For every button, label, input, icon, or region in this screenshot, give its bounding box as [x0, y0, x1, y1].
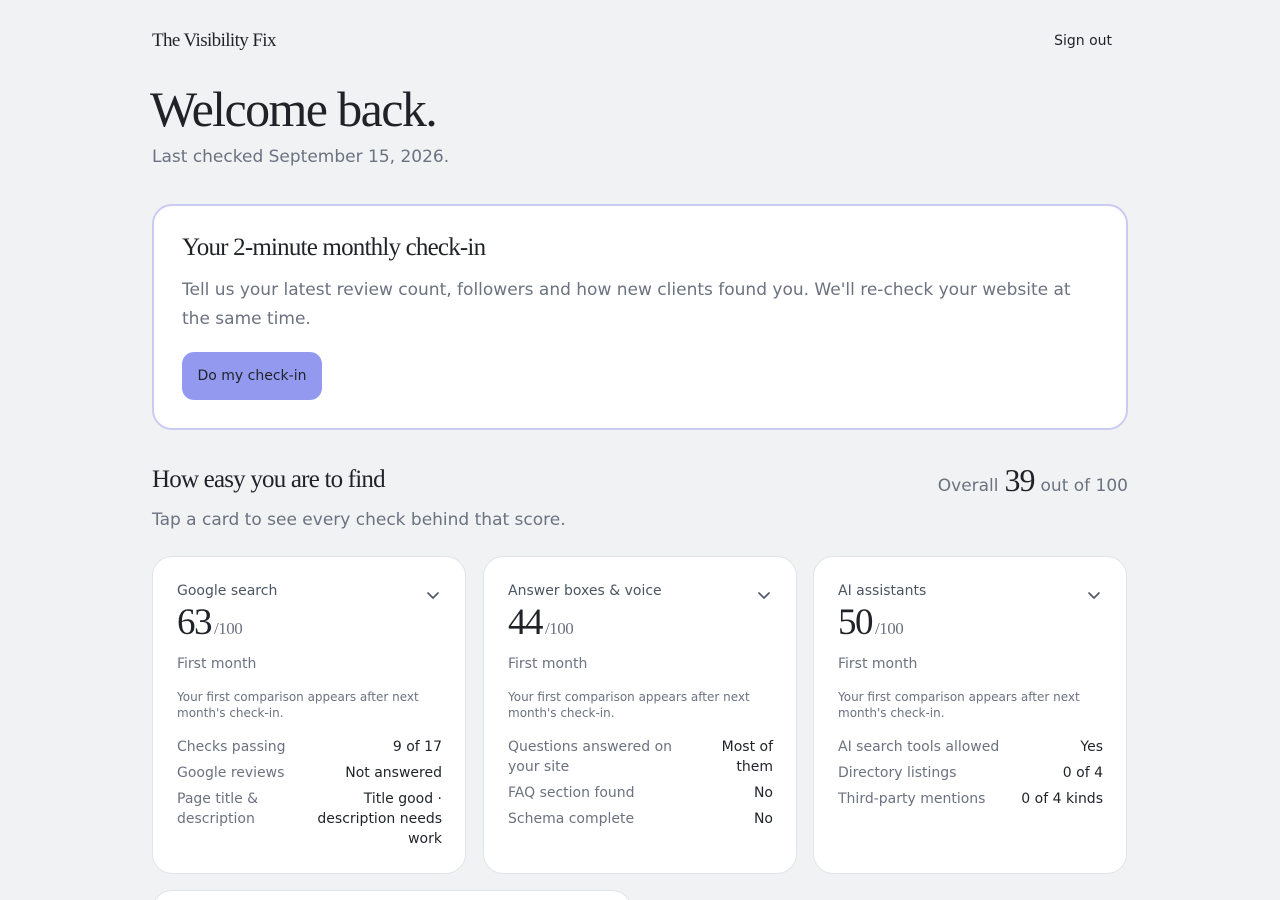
check-row: AI search tools allowed Yes [838, 737, 1103, 757]
monthly-checkin-card: Your 2-minute monthly check-in Tell us y… [152, 204, 1128, 430]
check-label: Google reviews [177, 765, 285, 781]
card-note: Your first comparison appears after next… [508, 690, 750, 720]
check-label: Directory listings [838, 765, 957, 781]
card-score: 44 /100 [508, 601, 574, 644]
overall-score: Overall 39 out of 100 [938, 462, 1128, 499]
chevron-down-icon[interactable] [425, 587, 441, 603]
card-note: Your first comparison appears after next… [177, 690, 419, 720]
checkin-description: Tell us your latest review count, follow… [182, 280, 1071, 329]
card-period: First month [177, 656, 257, 672]
check-label: Questions answered on your site [508, 739, 673, 775]
check-value: Yes [1080, 739, 1103, 755]
check-label: Page title & description [177, 791, 259, 827]
check-label: Checks passing [177, 739, 286, 755]
check-value: No [753, 785, 773, 801]
check-label: Schema complete [508, 811, 635, 827]
card-title: AI assistants [838, 583, 927, 599]
check-label: FAQ section found [508, 785, 635, 801]
overall-suffix: out of 100 [1040, 476, 1128, 496]
check-value: 0 of 4 [1062, 765, 1103, 781]
card-score-value: 50 [838, 602, 874, 643]
chevron-down-icon[interactable] [1086, 587, 1102, 603]
check-value: 9 of 17 [392, 739, 442, 755]
check-value: Most of them [721, 739, 773, 775]
check-label: AI search tools allowed [838, 739, 1000, 755]
check-value: Not answered [345, 765, 442, 781]
card-period: First month [838, 656, 918, 672]
check-row: Checks passing 9 of 17 [177, 737, 442, 757]
page-title: Welcome back. [150, 81, 438, 137]
score-card-google-search[interactable]: Google search 63 /100 First month Your f… [152, 556, 466, 874]
sign-out-link[interactable]: Sign out [1054, 33, 1112, 49]
checkin-title: Your 2-minute monthly check-in [182, 234, 486, 261]
check-row: FAQ section found No [508, 783, 773, 803]
check-value: No [753, 811, 773, 827]
card-checks-list: Questions answered on your site Most of … [508, 737, 773, 835]
score-card-partial[interactable] [152, 890, 632, 900]
check-row: Third-party mentions 0 of 4 kinds [838, 789, 1103, 809]
card-note: Your first comparison appears after next… [838, 690, 1080, 720]
card-score: 50 /100 [838, 601, 904, 644]
card-score-value: 44 [508, 602, 544, 643]
check-row: Google reviews Not answered [177, 763, 442, 783]
findability-subtitle: Tap a card to see every check behind tha… [152, 510, 566, 530]
overall-prefix: Overall [937, 476, 999, 496]
do-checkin-button[interactable]: Do my check-in [182, 352, 322, 400]
check-label: Third-party mentions [838, 791, 986, 807]
check-row: Questions answered on your site Most of … [508, 737, 773, 777]
check-row: Directory listings 0 of 4 [838, 763, 1103, 783]
findability-title: How easy you are to find [152, 466, 386, 493]
card-checks-list: AI search tools allowed Yes Directory li… [838, 737, 1103, 815]
check-row: Schema complete No [508, 809, 773, 829]
card-score-denominator: /100 [545, 619, 574, 638]
last-checked-text: Last checked September 15, 2026. [152, 147, 450, 167]
brand-logo: The Visibility Fix [152, 30, 276, 51]
card-score: 63 /100 [177, 601, 243, 644]
card-score-denominator: /100 [214, 619, 243, 638]
card-checks-list: Checks passing 9 of 17 Google reviews No… [177, 737, 442, 855]
card-score-value: 63 [177, 602, 213, 643]
card-period: First month [508, 656, 588, 672]
chevron-down-icon[interactable] [756, 587, 772, 603]
check-row: Page title & description Title good · de… [177, 789, 442, 849]
overall-score-value: 39 [1004, 462, 1036, 498]
score-card-answer-boxes[interactable]: Answer boxes & voice 44 /100 First month… [483, 556, 797, 874]
score-card-ai-assistants[interactable]: AI assistants 50 /100 First month Your f… [813, 556, 1127, 874]
check-value: 0 of 4 kinds [1021, 791, 1103, 807]
card-title: Google search [177, 583, 278, 599]
check-value: Title good · description needs work [317, 791, 442, 847]
card-title: Answer boxes & voice [508, 583, 662, 599]
card-score-denominator: /100 [875, 619, 904, 638]
